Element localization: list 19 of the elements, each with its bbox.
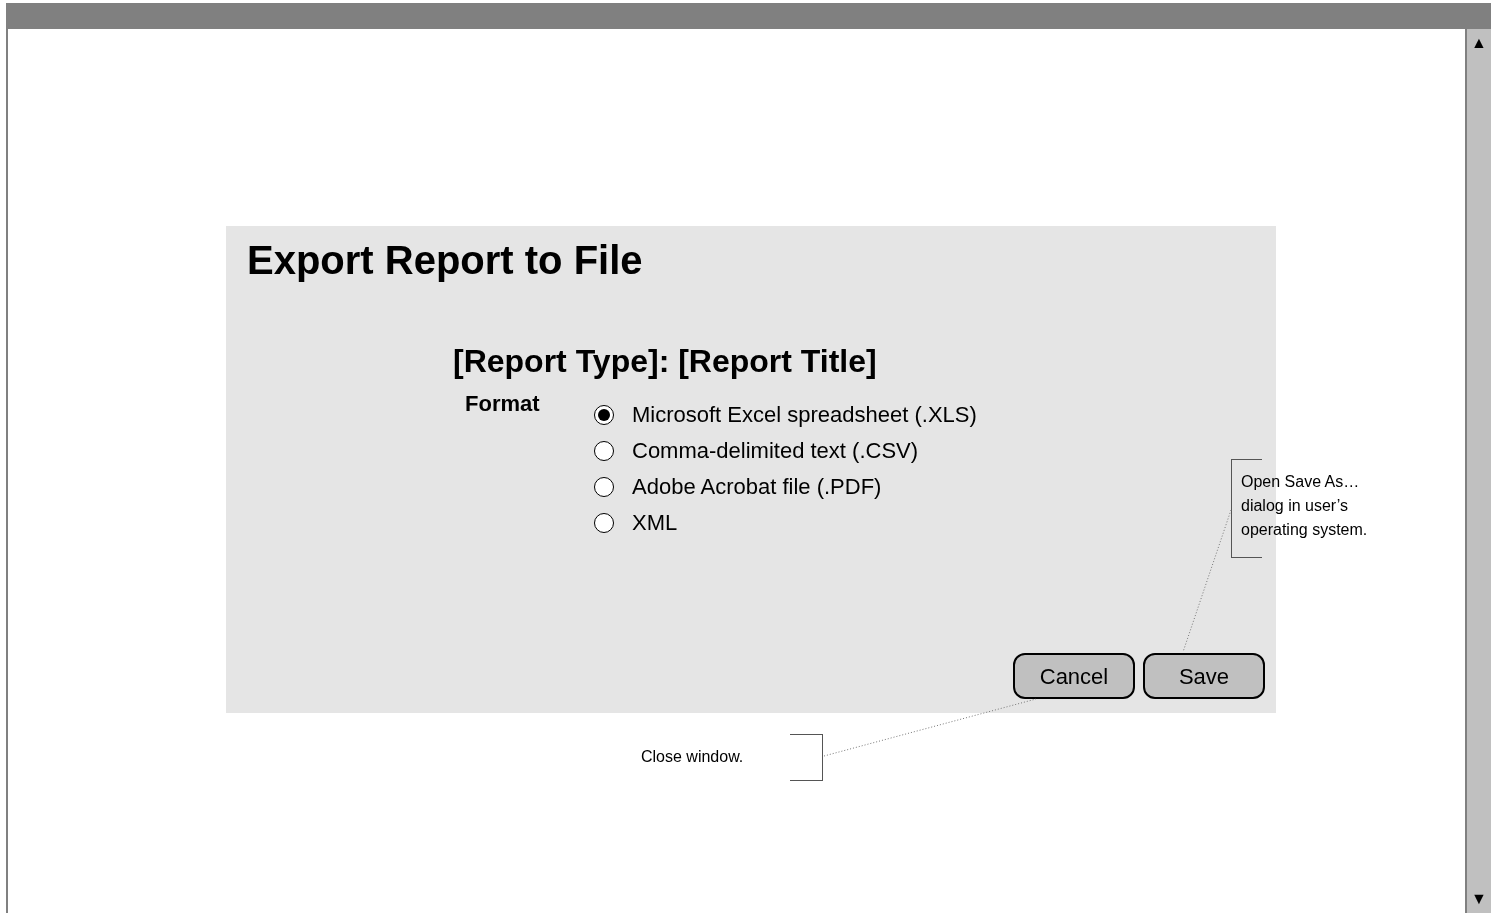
scroll-up-arrow[interactable]: ▲ [1471,35,1487,51]
radio-button[interactable] [594,441,614,461]
radio-button[interactable] [594,477,614,497]
radio-button[interactable] [594,405,614,425]
annotation-text: Close window. [641,747,744,767]
report-heading: [Report Type]: [Report Title] [453,342,877,381]
option-label: XML [632,509,678,537]
option-label: Adobe Acrobat file (.PDF) [632,473,882,501]
cancel-button[interactable]: Cancel [1013,653,1135,699]
save-button[interactable]: Save [1143,653,1265,699]
radio-button[interactable] [594,513,614,533]
annotation-text: Open Save As… dialog in user’s operating system. [1241,472,1369,540]
dialog-title: Export Report to File [247,237,643,284]
scrollbar[interactable]: ▲ ▼ [1465,29,1491,913]
scroll-down-arrow[interactable]: ▼ [1471,891,1487,907]
format-label: Format [465,390,541,418]
option-label: Microsoft Excel spreadsheet (.XLS) [632,401,977,429]
annotation-bracket [790,734,823,781]
option-label: Comma-delimited text (.CSV) [632,437,919,465]
